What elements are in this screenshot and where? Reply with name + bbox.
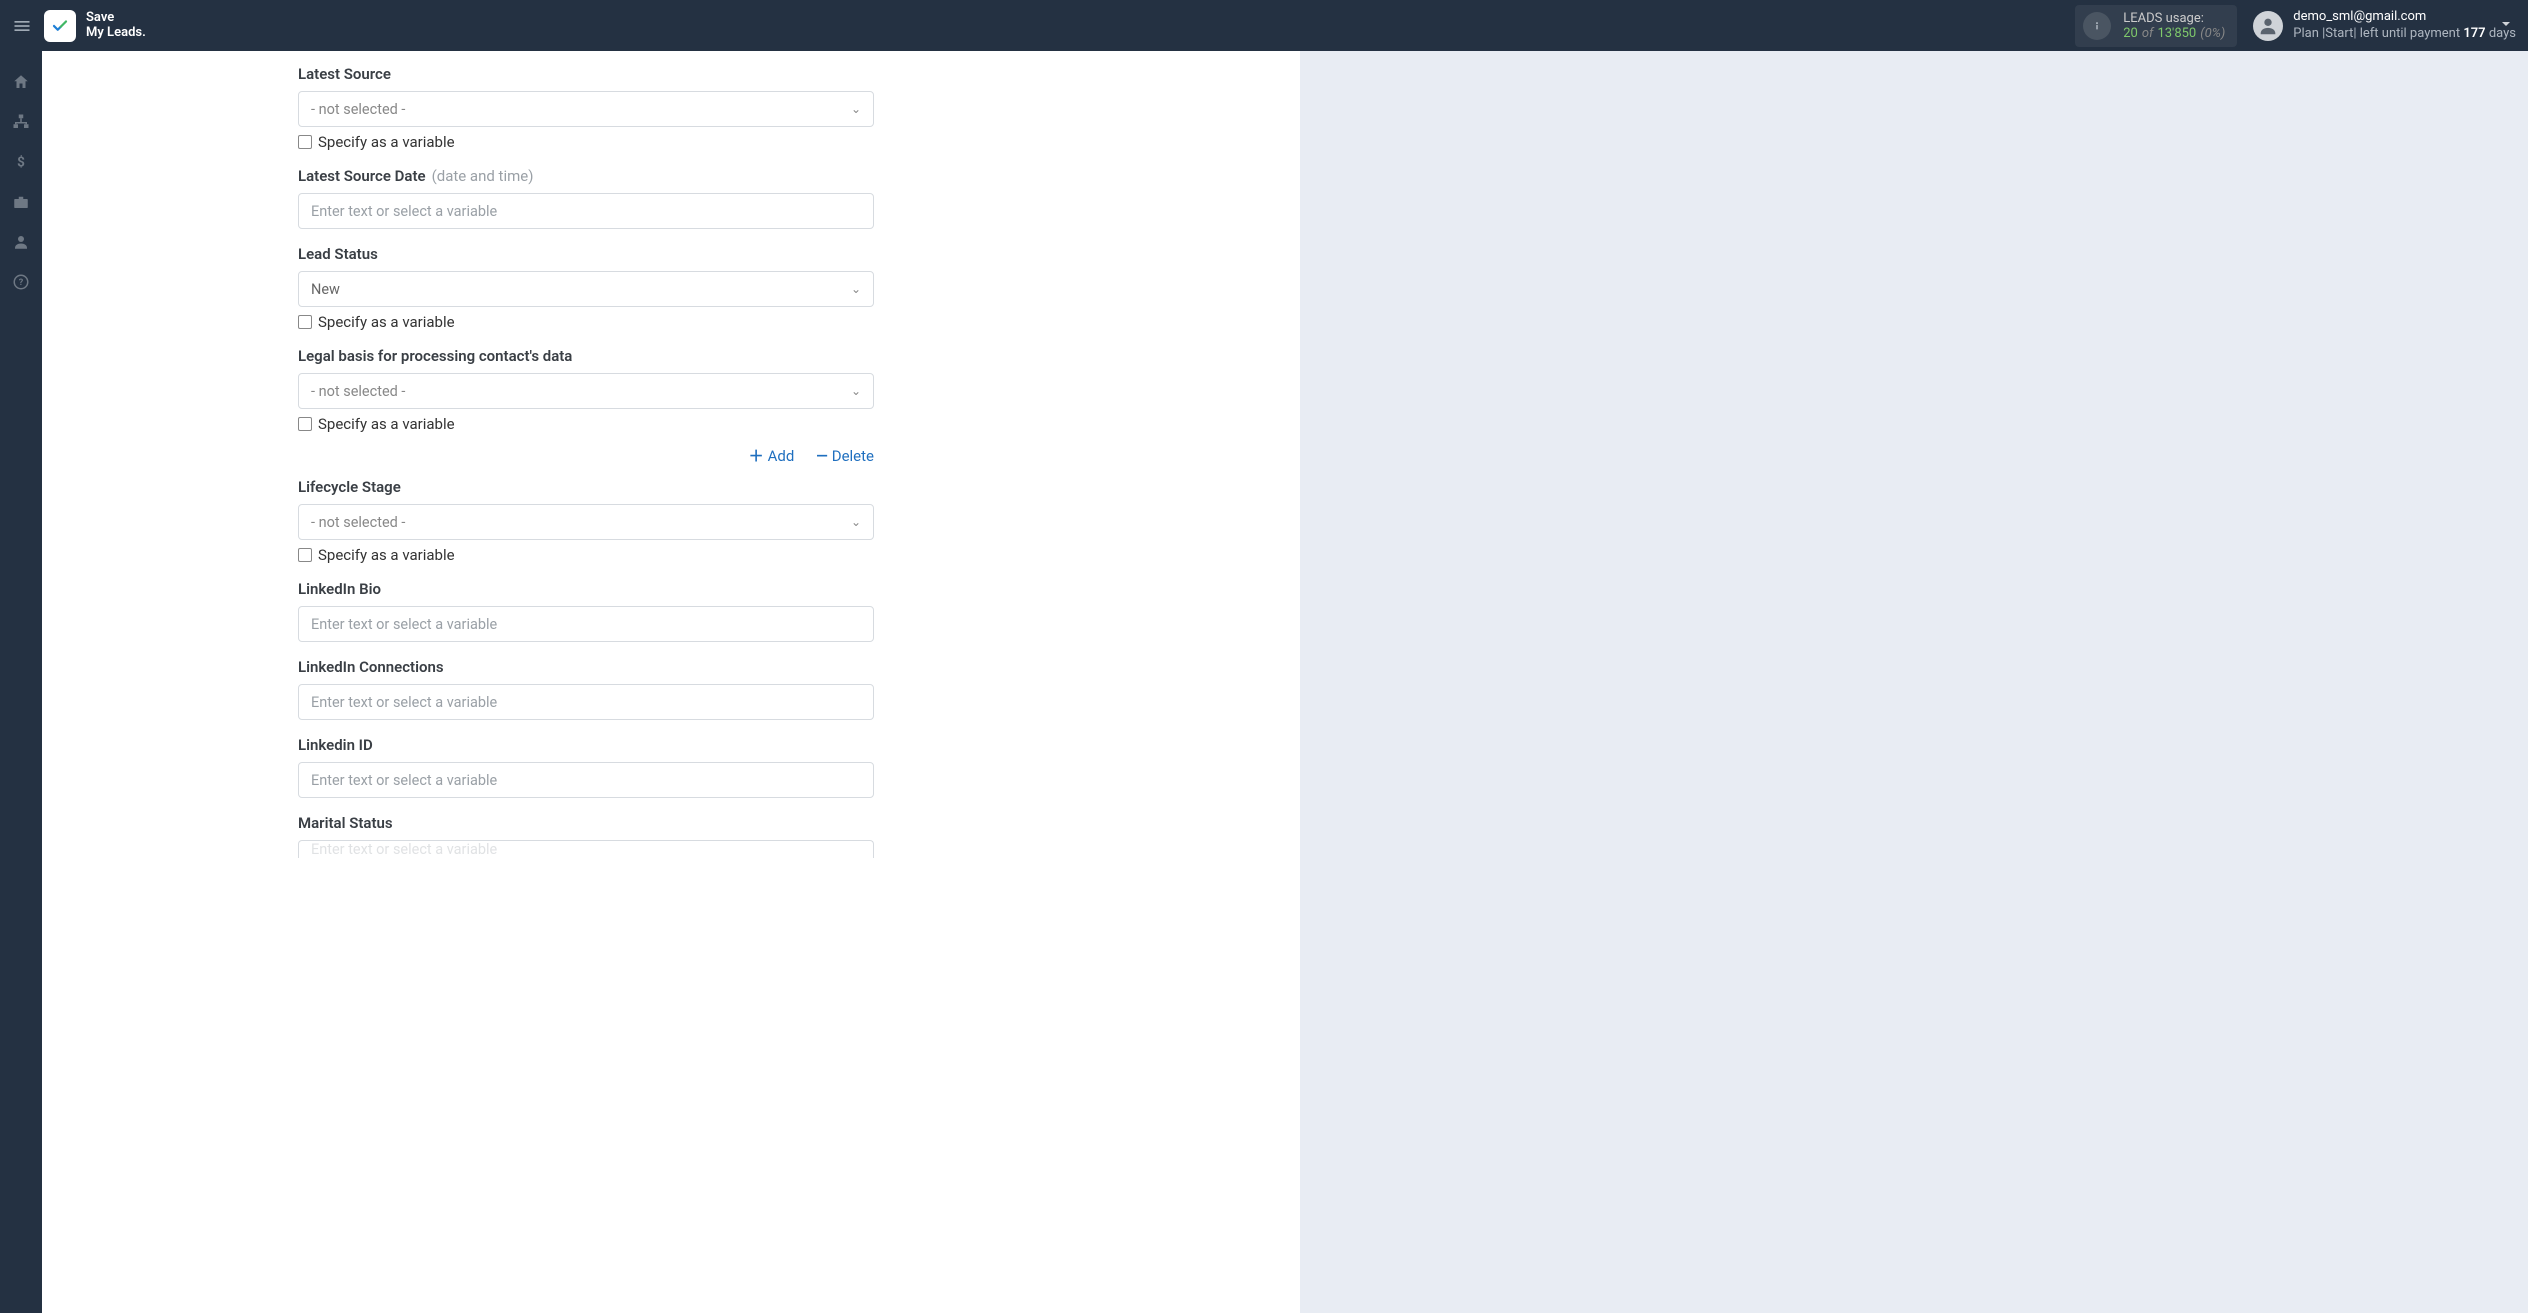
- plus-icon: ＋: [749, 445, 764, 466]
- field-label: Marital Status: [298, 814, 874, 832]
- checkmark-icon: [51, 17, 69, 35]
- checkbox-icon[interactable]: [298, 548, 312, 562]
- briefcase-icon[interactable]: [12, 193, 30, 211]
- field-linkedin-connections: LinkedIn Connections Enter text or selec…: [298, 658, 874, 720]
- field-label: Lifecycle Stage: [298, 478, 874, 496]
- plan-days-num: 177: [2463, 26, 2485, 41]
- chevron-down-icon[interactable]: [2498, 16, 2514, 36]
- field-label: Latest Source Date (date and time): [298, 167, 874, 185]
- checkbox-icon[interactable]: [298, 417, 312, 431]
- add-delete-row: ＋ Add — Delete: [298, 445, 874, 466]
- input-placeholder: Enter text or select a variable: [311, 772, 497, 789]
- checkbox-icon[interactable]: [298, 315, 312, 329]
- usage-total: 13'850: [2157, 26, 2196, 41]
- field-latest-source-date: Latest Source Date (date and time) Enter…: [298, 167, 874, 229]
- dollar-icon[interactable]: $: [12, 153, 30, 171]
- input-placeholder: Enter text or select a variable: [311, 616, 497, 633]
- field-latest-source: Latest Source - not selected - ⌄ Specify…: [298, 65, 874, 151]
- usage-count: 20: [2123, 26, 2138, 41]
- minus-icon: —: [816, 447, 827, 465]
- specify-variable-row[interactable]: Specify as a variable: [298, 133, 874, 151]
- add-button[interactable]: ＋ Add: [749, 445, 795, 466]
- input-placeholder: Enter text or select a variable: [311, 694, 497, 711]
- label-text: Latest Source Date: [298, 167, 426, 185]
- delete-label: Delete: [832, 447, 874, 465]
- chevron-down-icon: ⌄: [851, 384, 861, 398]
- specify-variable-row[interactable]: Specify as a variable: [298, 546, 874, 564]
- brand-text: Save My Leads.: [86, 11, 146, 41]
- specify-variable-row[interactable]: Specify as a variable: [298, 415, 874, 433]
- chevron-down-icon: ⌄: [851, 102, 861, 116]
- form-card: Latest Source - not selected - ⌄ Specify…: [42, 51, 1300, 1313]
- usage-of: of: [2142, 26, 2154, 41]
- svg-text:$: $: [17, 155, 25, 171]
- brand-line1: Save: [86, 11, 146, 26]
- plan-name: Start: [2325, 26, 2353, 41]
- label-hint: (date and time): [432, 167, 534, 185]
- input-marital-status[interactable]: Enter text or select a variable: [298, 840, 874, 858]
- specify-variable-label: Specify as a variable: [318, 546, 455, 564]
- sidebar: $ ?: [0, 51, 42, 1313]
- usage-values: 20 of 13'850 (0%): [2123, 26, 2225, 41]
- select-legal-basis[interactable]: - not selected - ⌄: [298, 373, 874, 409]
- field-label: Latest Source: [298, 65, 874, 83]
- plan-mid: | left until payment: [2353, 26, 2463, 41]
- brand-logo[interactable]: [44, 10, 76, 42]
- field-linkedin-bio: LinkedIn Bio Enter text or select a vari…: [298, 580, 874, 642]
- checkbox-icon[interactable]: [298, 135, 312, 149]
- help-icon[interactable]: ?: [12, 273, 30, 291]
- select-value: - not selected -: [311, 383, 405, 400]
- select-value: - not selected -: [311, 514, 405, 531]
- select-latest-source[interactable]: - not selected - ⌄: [298, 91, 874, 127]
- hamburger-menu-icon[interactable]: [12, 16, 32, 36]
- input-linkedin-connections[interactable]: Enter text or select a variable: [298, 684, 874, 720]
- user-box[interactable]: demo_sml@gmail.com Plan |Start| left unt…: [2253, 9, 2516, 42]
- svg-text:?: ?: [19, 278, 24, 288]
- select-lead-status[interactable]: New ⌄: [298, 271, 874, 307]
- add-label: Add: [768, 447, 795, 465]
- input-linkedin-bio[interactable]: Enter text or select a variable: [298, 606, 874, 642]
- field-lifecycle-stage: Lifecycle Stage - not selected - ⌄ Speci…: [298, 478, 874, 564]
- user-icon[interactable]: [12, 233, 30, 251]
- user-avatar-icon: [2253, 11, 2283, 41]
- user-email: demo_sml@gmail.com: [2293, 9, 2516, 25]
- field-label: LinkedIn Connections: [298, 658, 874, 676]
- field-label: LinkedIn Bio: [298, 580, 874, 598]
- sitemap-icon[interactable]: [12, 113, 30, 131]
- field-label: Linkedin ID: [298, 736, 874, 754]
- specify-variable-label: Specify as a variable: [318, 415, 455, 433]
- select-value: - not selected -: [311, 101, 405, 118]
- input-placeholder: Enter text or select a variable: [311, 841, 497, 858]
- field-marital-status: Marital Status Enter text or select a va…: [298, 814, 874, 858]
- user-plan-line: Plan |Start| left until payment 177 days: [2293, 26, 2516, 42]
- usage-label: LEADS usage:: [2123, 11, 2225, 26]
- home-icon[interactable]: [12, 73, 30, 91]
- chevron-down-icon: ⌄: [851, 282, 861, 296]
- field-label: Lead Status: [298, 245, 874, 263]
- topbar: Save My Leads. LEADS usage: 20 of 13'850…: [0, 0, 2528, 51]
- chevron-down-icon: ⌄: [851, 515, 861, 529]
- plan-prefix: Plan |: [2293, 26, 2325, 41]
- specify-variable-label: Specify as a variable: [318, 313, 455, 331]
- input-latest-source-date[interactable]: Enter text or select a variable: [298, 193, 874, 229]
- field-linkedin-id: Linkedin ID Enter text or select a varia…: [298, 736, 874, 798]
- brand-line2: My Leads.: [86, 26, 146, 41]
- field-legal-basis: Legal basis for processing contact's dat…: [298, 347, 874, 433]
- select-lifecycle-stage[interactable]: - not selected - ⌄: [298, 504, 874, 540]
- usage-pct: (0%): [2200, 26, 2225, 41]
- info-icon: [2083, 12, 2111, 40]
- delete-button[interactable]: — Delete: [816, 445, 874, 466]
- field-lead-status: Lead Status New ⌄ Specify as a variable: [298, 245, 874, 331]
- input-linkedin-id[interactable]: Enter text or select a variable: [298, 762, 874, 798]
- specify-variable-row[interactable]: Specify as a variable: [298, 313, 874, 331]
- select-value: New: [311, 281, 340, 298]
- specify-variable-label: Specify as a variable: [318, 133, 455, 151]
- input-placeholder: Enter text or select a variable: [311, 203, 497, 220]
- leads-usage-box[interactable]: LEADS usage: 20 of 13'850 (0%): [2075, 5, 2237, 47]
- field-label: Legal basis for processing contact's dat…: [298, 347, 874, 365]
